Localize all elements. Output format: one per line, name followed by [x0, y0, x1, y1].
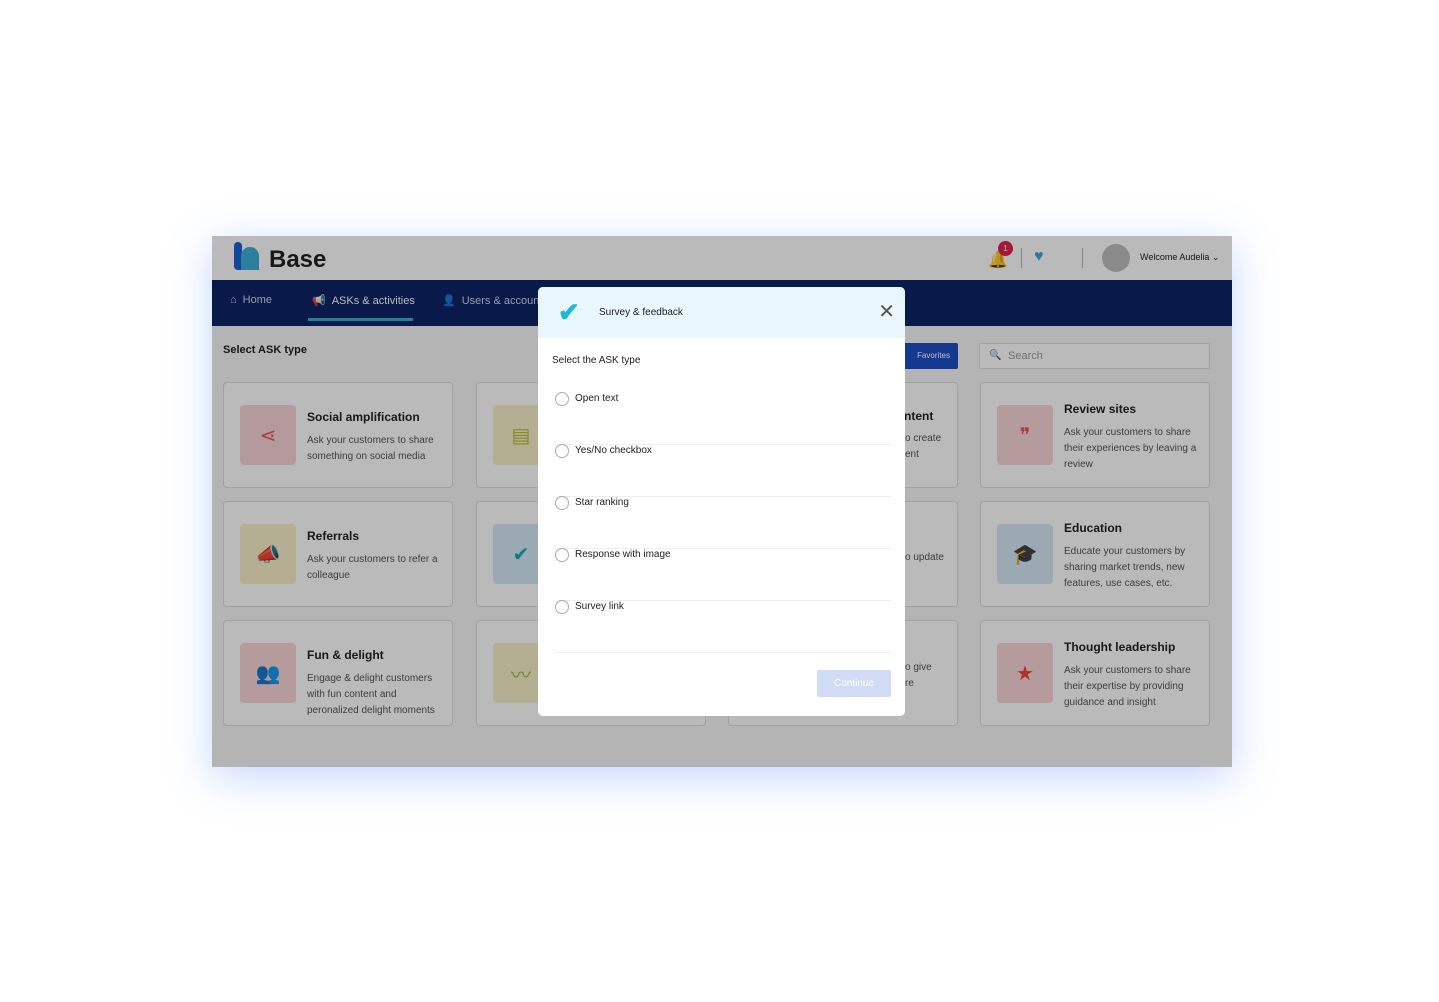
option-yes-no[interactable]: Yes/No checkbox — [555, 444, 891, 497]
option-response-image[interactable]: Response with image — [555, 548, 891, 601]
check-icon: ✔ — [558, 297, 580, 327]
radio[interactable] — [555, 496, 569, 510]
option-open-text[interactable]: Open text — [555, 392, 891, 445]
option-star-ranking[interactable]: Star ranking — [555, 496, 891, 549]
option-label: Survey link — [575, 601, 624, 612]
ask-type-modal: ✔ Survey & feedback ✕ Select the ASK typ… — [538, 287, 905, 716]
radio[interactable] — [555, 548, 569, 562]
radio[interactable] — [555, 444, 569, 458]
radio[interactable] — [555, 600, 569, 614]
option-survey-link[interactable]: Survey link — [555, 600, 891, 653]
modal-subtitle: Select the ASK type — [552, 355, 641, 366]
modal-header: ✔ Survey & feedback ✕ — [538, 287, 905, 338]
continue-button[interactable]: Continue — [817, 670, 891, 697]
close-icon[interactable]: ✕ — [878, 299, 895, 324]
option-label: Star ranking — [575, 497, 629, 508]
option-label: Yes/No checkbox — [575, 445, 652, 456]
option-label: Open text — [575, 393, 619, 404]
option-label: Response with image — [575, 549, 671, 560]
radio[interactable] — [555, 392, 569, 406]
modal-title: Survey & feedback — [599, 307, 683, 318]
